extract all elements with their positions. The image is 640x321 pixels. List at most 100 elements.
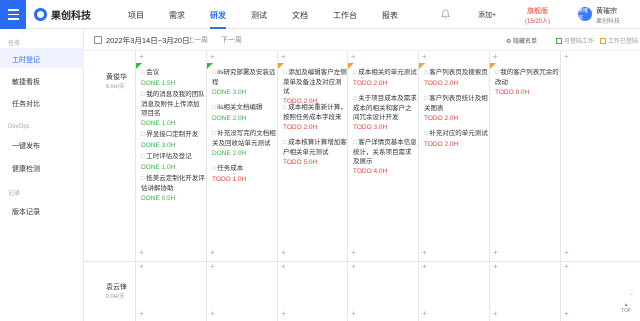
task-card[interactable]: 客户列表页统计及相关图表 TODO 2.0H [424, 94, 488, 122]
logo[interactable]: 果创科技 [34, 7, 91, 22]
task-card[interactable]: 成本相关的单元测试 TODO 2.0H [353, 68, 417, 87]
task-title: 客户列表页统计及相关图表 [424, 94, 488, 113]
task-card[interactable]: iis相关文档编辑 DONE 2.0H [212, 103, 276, 122]
next-week-button[interactable]: 下一周 [221, 35, 242, 45]
task-title: 关于项目成本及需求成本的相关和客户之间冗余设计开发 [353, 94, 417, 122]
column-divider [418, 51, 419, 321]
week-toolbar: 2022年3月14日~3月20日 上一周 下一周 ⚙ 隐藏名单 可登陆工作 工作… [84, 29, 640, 51]
task-card[interactable]: 界显接口定制开发 DONE 3.0H [141, 130, 205, 149]
add-task-button[interactable]: + [564, 309, 569, 318]
task-card[interactable]: 成本核算计算增加客户相关单元测试 TODO 5.0H [283, 138, 347, 166]
user-info[interactable]: 黄璀宗 果创科技 [596, 6, 620, 25]
add-task-button[interactable]: + [281, 309, 286, 318]
add-task-button[interactable]: + [564, 248, 569, 257]
add-task-button[interactable]: + [351, 262, 356, 271]
nav-item-reports[interactable]: 报表 [382, 0, 398, 29]
logo-mark-icon [34, 8, 47, 21]
user-name: 黄璀宗 [596, 8, 617, 15]
task-status: DONE 1.5H [141, 80, 176, 87]
add-task-button[interactable]: + [351, 52, 356, 61]
add-task-button[interactable]: + [210, 248, 215, 257]
person-name: 黄俊华 [106, 74, 127, 81]
task-status: DONE 0.5H [141, 195, 176, 202]
task-card[interactable]: 补充没写完的文档相关及回收站单元测试 DONE 2.0H [212, 129, 276, 157]
nav-item-workbench[interactable]: 工作台 [333, 0, 357, 29]
sidebar-item-agile-board[interactable]: 敏捷看板 [12, 77, 40, 87]
sidebar-item-deploy[interactable]: 一键发布 [12, 141, 40, 151]
task-card[interactable]: 添加及编辑客户左侧菜单及备注及对应测试TODO 2.0H [283, 68, 347, 105]
back-to-top-button[interactable]: ▲ TOP [621, 302, 631, 314]
hide-list-label: 隐藏名单 [513, 39, 538, 45]
task-status: TODO 2.0H [424, 115, 459, 122]
add-button[interactable]: 添加+ [478, 10, 496, 20]
top-label: TOP [621, 308, 632, 314]
nav-item-test[interactable]: 测试 [251, 0, 267, 29]
add-task-button[interactable]: + [139, 309, 144, 318]
add-task-button[interactable]: + [139, 52, 144, 61]
column-divider [277, 51, 278, 321]
task-status: DONE 1.0H [141, 120, 176, 127]
menu-icon[interactable] [0, 0, 26, 29]
task-card[interactable]: 客户列表页及搜索页 TODO 2.0H [424, 68, 488, 87]
task-title: 成本相关重新计算，按照任务成本字段来 [283, 103, 347, 122]
task-card[interactable]: 会议 DONE 1.5H [141, 68, 205, 87]
nav-item-docs[interactable]: 文档 [292, 0, 308, 29]
add-task-button[interactable]: + [351, 309, 356, 318]
sidebar-item-version-log[interactable]: 版本记录 [12, 207, 40, 217]
add-task-button[interactable]: + [351, 248, 356, 257]
add-task-button[interactable]: + [281, 248, 286, 257]
nav-item-requirement[interactable]: 需求 [169, 0, 185, 29]
nav-item-project[interactable]: 项目 [128, 0, 144, 29]
person-name: 袁云锋 [106, 284, 127, 291]
task-title: 我的客户列表冗余的改动 [495, 68, 559, 87]
task-title: 抵美云定制化开发评估讲解协助 [141, 174, 205, 193]
task-card[interactable]: 我的消息及我的团队消息及附件上传添加项目名 DONE 1.0H [141, 90, 205, 127]
legend-loggable-label: 可登陆工作 [564, 39, 595, 45]
add-task-button[interactable]: + [564, 52, 569, 61]
add-task-button[interactable]: + [139, 248, 144, 257]
avatar[interactable]: 黄璀宗 [578, 7, 592, 21]
add-task-button[interactable]: + [493, 262, 498, 271]
sidebar-group-title: 任务 [8, 41, 21, 47]
add-task-button[interactable]: + [210, 262, 215, 271]
add-task-button[interactable]: + [422, 262, 427, 271]
task-status: TODO 2.0H [424, 141, 459, 148]
task-card[interactable]: 我的客户列表冗余的改动 TODO 8.0H [495, 68, 559, 96]
add-task-button[interactable]: + [422, 309, 427, 318]
task-card[interactable]: 客户详情页基本信息统计，关系项目需求及展示 TODO 4.0H [353, 138, 417, 175]
task-title: 补充没写完的文档相关及回收站单元测试 [212, 129, 276, 148]
date-range[interactable]: 2022年3月14日~3月20日 [106, 35, 190, 46]
task-card[interactable]: iis研究部署及安装远程 DONE 3.0H [212, 68, 276, 96]
hide-list-button[interactable]: ⚙ 隐藏名单 [506, 36, 537, 45]
add-task-button[interactable]: + [493, 248, 498, 257]
brand-name: 果创科技 [51, 11, 91, 22]
task-card[interactable]: 成本相关重新计算，按照任务成本字段来 TODO 2.0H [283, 103, 347, 131]
add-task-button[interactable]: + [493, 52, 498, 61]
add-task-button[interactable]: + [281, 52, 286, 61]
add-task-button[interactable]: + [564, 262, 569, 271]
task-card[interactable]: 抵美云定制化开发评估讲解协助 DONE 0.5H [141, 174, 205, 202]
add-task-button[interactable]: + [281, 262, 286, 271]
calendar-icon[interactable] [94, 36, 102, 44]
task-card[interactable]: 补充对应的单元测试 TODO 2.0H [424, 129, 488, 148]
sidebar-item-health-check[interactable]: 健康检测 [12, 164, 40, 174]
legend-swatch-orange [600, 37, 606, 44]
sidebar-item-task-compare[interactable]: 任务对比 [12, 99, 40, 109]
bell-icon[interactable] [441, 9, 450, 19]
add-task-button[interactable]: + [210, 52, 215, 61]
task-card[interactable]: 关于项目成本及需求成本的相关和客户之间冗余设计开发 TODO 3.0H [353, 94, 417, 131]
add-task-button[interactable]: + [210, 309, 215, 318]
add-task-button[interactable]: + [422, 52, 427, 61]
add-task-button[interactable]: + [422, 248, 427, 257]
task-card[interactable]: 任务成本 TODO 1.0H [212, 164, 276, 183]
add-task-button[interactable]: + [493, 309, 498, 318]
task-card[interactable]: 工时评估及登记 DONE 1.0H [141, 152, 205, 171]
sidebar-item-timesheet[interactable]: 工时登记 [12, 55, 40, 65]
task-title: 添加及编辑客户左侧菜单及备注及对应测试 [283, 68, 347, 96]
add-task-button[interactable]: + [139, 262, 144, 271]
sidebar: 任务 工时登记 敏捷看板 任务对比 DevOps 一键发布 健康检测 记录 版本… [0, 29, 84, 321]
prev-week-button[interactable]: 上一周 [187, 35, 208, 45]
chevron-down-icon[interactable]: ⌄ [629, 290, 634, 297]
nav-item-dev[interactable]: 研发 [210, 0, 226, 29]
plan-badge[interactable]: 旗舰版 (15/20人) [525, 6, 550, 25]
